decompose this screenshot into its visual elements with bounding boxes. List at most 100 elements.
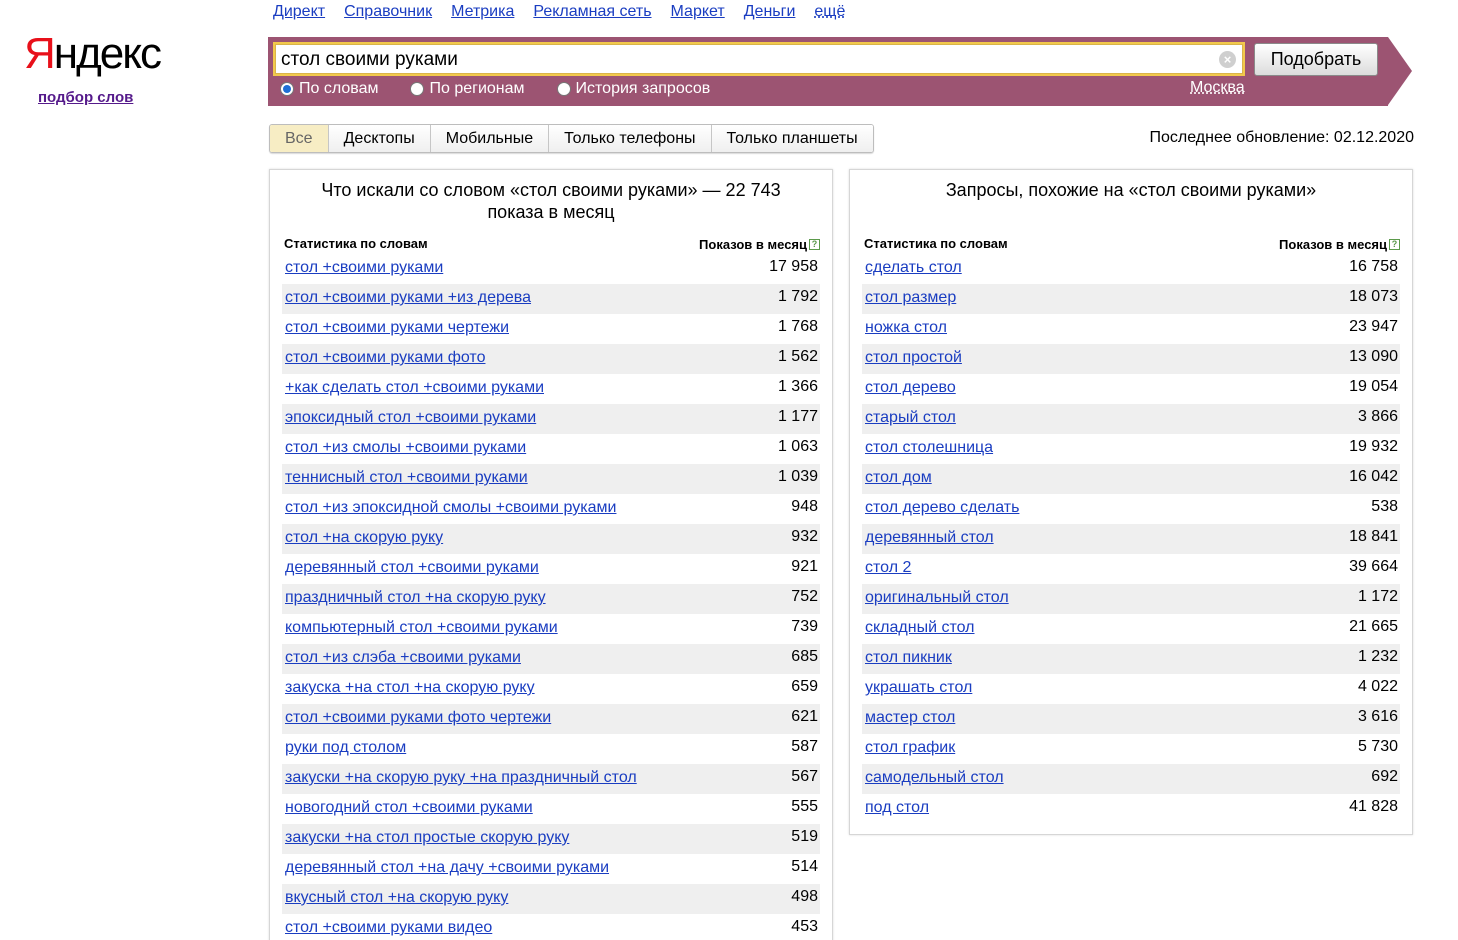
keyword-link[interactable]: праздничный стол +на скорую руку [285, 589, 546, 607]
keyword-link[interactable]: компьютерный стол +своими руками [285, 619, 558, 637]
impressions-count: 659 [791, 678, 818, 695]
impressions-count: 17 958 [769, 258, 818, 275]
keyword-link[interactable]: теннисный стол +своими руками [285, 469, 528, 487]
keyword-link[interactable]: стол +из эпоксидной смолы +своими руками [285, 499, 616, 517]
impressions-count: 1 172 [1357, 588, 1398, 605]
tab-mobile[interactable]: Мобильные [429, 125, 549, 152]
keyword-link[interactable]: сделать стол [865, 259, 962, 277]
keyword-link[interactable]: закуски +на скорую руку +на праздничный … [285, 769, 637, 787]
mode-by-words[interactable]: По словам [280, 79, 378, 99]
keyword-link[interactable]: деревянный стол [865, 529, 994, 547]
keyword-link[interactable]: руки под столом [285, 739, 406, 757]
impressions-count: 567 [791, 768, 818, 785]
keyword-link[interactable]: оригинальный стол [865, 589, 1009, 607]
keyword-link[interactable]: стол +из смолы +своими руками [285, 439, 526, 457]
search-band-arrow [1388, 37, 1412, 105]
search-mode-group: По словам По регионам История запросов [280, 79, 742, 99]
impressions-count: 18 073 [1349, 288, 1398, 305]
tab-desktops[interactable]: Десктопы [327, 125, 430, 152]
nav-link-ad-network[interactable]: Рекламная сеть [533, 3, 651, 23]
tab-phones-only[interactable]: Только телефоны [548, 125, 711, 152]
keyword-link[interactable]: стол +на скорую руку [285, 529, 443, 547]
nav-link-market[interactable]: Маркет [671, 3, 725, 23]
table-row: стол размер 18 073 [862, 284, 1400, 314]
nav-link-money[interactable]: Деньги [744, 3, 796, 23]
clear-icon[interactable]: × [1219, 51, 1236, 68]
search-button[interactable]: Подобрать [1254, 43, 1378, 76]
search-box: × [273, 42, 1245, 76]
keyword-link[interactable]: стол простой [865, 349, 962, 367]
top-nav: Директ Справочник Метрика Рекламная сеть… [273, 3, 845, 23]
keyword-link[interactable]: стол +своими руками фото чертежи [285, 709, 551, 727]
keyword-link[interactable]: украшать стол [865, 679, 972, 697]
impressions-count: 948 [791, 498, 818, 515]
help-icon[interactable]: ? [1389, 239, 1400, 250]
nav-link-more[interactable]: ещё [814, 3, 845, 23]
keyword-link[interactable]: стол дерево сделать [865, 499, 1019, 517]
logo-letter-ya: Я [24, 29, 56, 78]
keyword-link[interactable]: стол +своими руками фото [285, 349, 485, 367]
impressions-count: 1 063 [777, 438, 818, 455]
keyword-link[interactable]: деревянный стол +своими руками [285, 559, 539, 577]
table-row: деревянный стол 18 841 [862, 524, 1400, 554]
table-row: мастер стол 3 616 [862, 704, 1400, 734]
column-header-impressions: Показов в месяц? [1279, 237, 1400, 252]
table-row: стол дерево 19 054 [862, 374, 1400, 404]
region-selector[interactable]: Москва [1190, 79, 1245, 97]
nav-link-direct[interactable]: Директ [273, 3, 325, 23]
keyword-link[interactable]: мастер стол [865, 709, 955, 727]
table-row: стол 2 39 664 [862, 554, 1400, 584]
left-panel-title: Что искали со словом «стол своими руками… [321, 180, 781, 222]
keyword-link[interactable]: старый стол [865, 409, 956, 427]
impressions-count: 453 [791, 918, 818, 935]
keyword-link[interactable]: ножка стол [865, 319, 947, 337]
keyword-link[interactable]: стол +своими руками чертежи [285, 319, 509, 337]
keyword-link[interactable]: под стол [865, 799, 929, 817]
keyword-link[interactable]: закуски +на стол простые скорую руку [285, 829, 569, 847]
impressions-count: 1 177 [777, 408, 818, 425]
table-row: под стол 41 828 [862, 794, 1400, 824]
tab-tablets-only[interactable]: Только планшеты [710, 125, 873, 152]
help-icon[interactable]: ? [809, 239, 820, 250]
nav-link-metrika[interactable]: Метрика [451, 3, 514, 23]
table-row: стол +своими руками фото 1 562 [282, 344, 820, 374]
keyword-link[interactable]: стол столешница [865, 439, 993, 457]
radio-selected-icon[interactable] [280, 82, 294, 96]
nav-link-directory[interactable]: Справочник [344, 3, 432, 23]
radio-icon[interactable] [410, 82, 425, 96]
impressions-count: 621 [791, 708, 818, 725]
keyword-link[interactable]: стол +своими руками +из дерева [285, 289, 531, 307]
keyword-link[interactable]: деревянный стол +на дачу +своими руками [285, 859, 609, 877]
wordstat-link[interactable]: подбор слов [38, 89, 133, 106]
impressions-count: 13 090 [1349, 348, 1398, 365]
keyword-link[interactable]: стол +своими руками [285, 259, 443, 277]
impressions-count: 41 828 [1349, 798, 1398, 815]
keyword-link[interactable]: стол дерево [865, 379, 956, 397]
keyword-link[interactable]: стол размер [865, 289, 956, 307]
impressions-count: 16 042 [1349, 468, 1398, 485]
table-row: руки под столом 587 [282, 734, 820, 764]
keyword-link[interactable]: стол пикник [865, 649, 952, 667]
keyword-link[interactable]: складный стол [865, 619, 975, 637]
mode-by-regions[interactable]: По регионам [410, 79, 525, 99]
keyword-link[interactable]: эпоксидный стол +своими руками [285, 409, 536, 427]
tab-all[interactable]: Все [270, 125, 328, 152]
table-row: оригинальный стол 1 172 [862, 584, 1400, 614]
keyword-link[interactable]: +как сделать стол +своими руками [285, 379, 544, 397]
keyword-link[interactable]: самодельный стол [865, 769, 1004, 787]
keyword-link[interactable]: стол +из слэба +своими руками [285, 649, 521, 667]
keyword-link[interactable]: стол график [865, 739, 955, 757]
table-row: стол +своими руками фото чертежи 621 [282, 704, 820, 734]
mode-history[interactable]: История запросов [556, 79, 710, 99]
keyword-link[interactable]: вкусный стол +на скорую руку [285, 889, 508, 907]
yandex-logo[interactable]: Яндекс [24, 26, 162, 82]
keyword-link[interactable]: стол +своими руками видео [285, 919, 492, 937]
search-input[interactable] [281, 48, 1201, 72]
table-row: +как сделать стол +своими руками 1 366 [282, 374, 820, 404]
keyword-link[interactable]: стол 2 [865, 559, 911, 577]
table-row: стол +из эпоксидной смолы +своими руками… [282, 494, 820, 524]
keyword-link[interactable]: стол дом [865, 469, 932, 487]
keyword-link[interactable]: закуска +на стол +на скорую руку [285, 679, 535, 697]
keyword-link[interactable]: новогодний стол +своими руками [285, 799, 533, 817]
radio-icon[interactable] [556, 82, 571, 96]
